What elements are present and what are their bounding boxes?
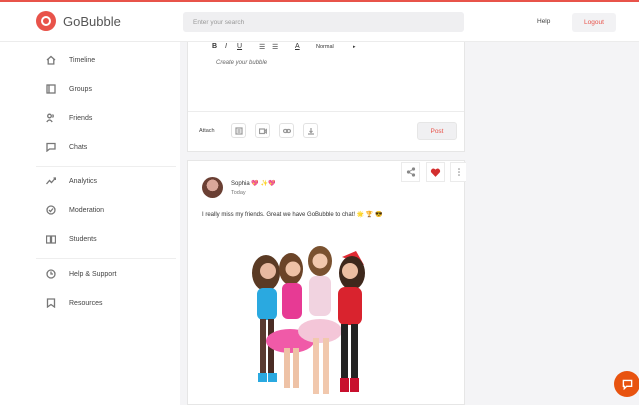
sidebar-divider [36, 166, 176, 167]
bold-button[interactable]: B [212, 43, 217, 50]
attach-label: Attach [199, 128, 215, 134]
sidebar-item-analytics[interactable]: Analytics [46, 176, 97, 186]
chat-icon [46, 142, 56, 152]
post-timestamp: Today [231, 190, 246, 196]
upload-icon [307, 127, 314, 135]
sidebar-item-chats[interactable]: Chats [46, 142, 87, 152]
logout-button[interactable]: Logout [572, 13, 616, 32]
sidebar-item-help-support[interactable]: Help & Support [46, 269, 116, 279]
post-author[interactable]: Sophia 💖 ✨💖 [231, 180, 275, 187]
heart-icon [430, 168, 441, 177]
groups-icon [46, 84, 56, 94]
like-button[interactable] [426, 162, 445, 182]
sidebar-divider [36, 258, 176, 259]
logo[interactable]: GoBubble [36, 11, 121, 31]
sidebar-item-label: Chats [69, 143, 88, 151]
sidebar-item-label: Resources [69, 299, 103, 307]
search-input[interactable] [183, 12, 464, 32]
moderation-icon [46, 205, 56, 215]
analytics-icon [46, 177, 56, 185]
post-editor: B I U ☰ ☰ A Normal ▸ Create your bubble … [187, 42, 465, 152]
home-icon [46, 55, 56, 65]
sidebar: Timeline Groups Friends Chats Analytics … [0, 42, 180, 405]
attach-video-button[interactable] [255, 123, 270, 138]
sidebar-item-students[interactable]: Students [46, 234, 97, 244]
sidebar-item-resources[interactable]: Resources [46, 298, 102, 308]
attach-image-button[interactable] [231, 123, 246, 138]
sidebar-item-friends[interactable]: Friends [46, 113, 92, 123]
sidebar-item-label: Moderation [69, 206, 105, 214]
resources-icon [46, 298, 56, 308]
chevron-down-icon[interactable]: ▸ [353, 44, 356, 50]
help-link[interactable]: Help [537, 18, 550, 25]
style-select[interactable]: Normal [316, 44, 334, 50]
feed-post: Sophia 💖 ✨💖 Today I really miss my frien… [187, 160, 466, 405]
avatar[interactable] [202, 177, 223, 198]
friends-icon [46, 113, 54, 123]
sidebar-item-label: Students [69, 235, 97, 243]
link-icon [282, 128, 291, 133]
bullet-list-button[interactable]: ☰ [272, 43, 278, 51]
share-icon [406, 167, 415, 177]
more-vertical-icon [457, 168, 460, 176]
editor-placeholder[interactable]: Create your bubble [216, 60, 267, 66]
sidebar-item-timeline[interactable]: Timeline [46, 55, 95, 65]
top-bar: GoBubble Help Logout [0, 0, 639, 42]
editor-divider [188, 111, 464, 112]
sidebar-item-label: Timeline [69, 56, 96, 64]
post-photo[interactable] [238, 243, 388, 405]
video-icon [258, 127, 267, 134]
sidebar-item-moderation[interactable]: Moderation [46, 205, 104, 215]
bubble-logo-icon [36, 11, 56, 31]
sidebar-item-label: Groups [69, 85, 92, 93]
image-icon [234, 126, 243, 135]
italic-button[interactable]: I [225, 43, 227, 50]
attach-link-button[interactable] [279, 123, 294, 138]
chat-bubble-icon [622, 379, 632, 390]
brand-name: GoBubble [63, 13, 121, 29]
post-button[interactable]: Post [417, 122, 457, 140]
post-text: I really miss my friends. Great we have … [202, 212, 383, 218]
underline-button[interactable]: U [237, 43, 242, 50]
sidebar-item-label: Analytics [69, 177, 98, 185]
help-icon [46, 269, 56, 279]
sidebar-item-groups[interactable]: Groups [46, 84, 92, 94]
share-button[interactable] [401, 162, 420, 182]
attach-file-button[interactable] [303, 123, 318, 138]
students-icon [46, 235, 56, 244]
ordered-list-button[interactable]: ☰ [259, 43, 265, 51]
sidebar-item-label: Help & Support [69, 270, 117, 278]
sidebar-item-label: Friends [69, 114, 93, 122]
font-color-button[interactable]: A [295, 43, 300, 50]
chat-support-button[interactable] [614, 371, 639, 397]
more-options-button[interactable] [450, 162, 466, 182]
